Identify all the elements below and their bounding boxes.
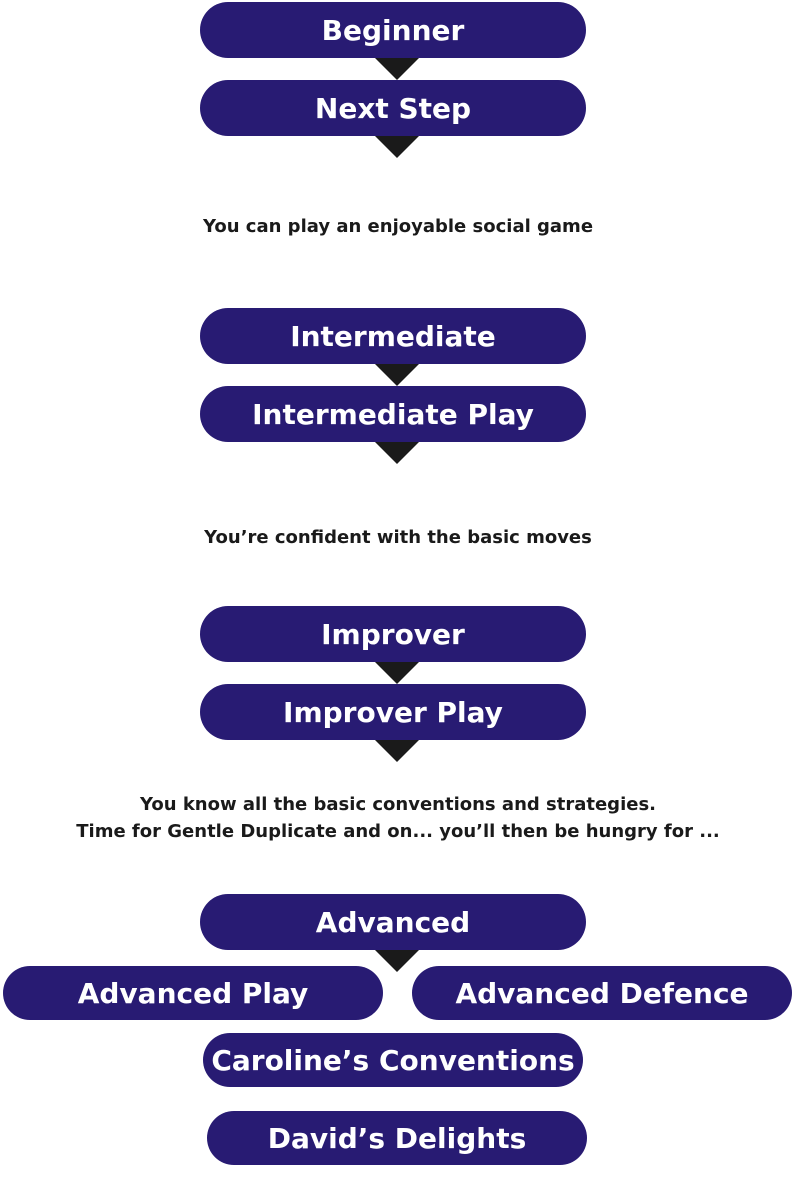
- advanced-level-label: Advanced: [315, 905, 471, 939]
- improver-level-label: Improver: [321, 617, 465, 651]
- intermediate-caption-text: You’re confident with the basic moves: [204, 527, 592, 548]
- intermediate-level-pill[interactable]: Intermediate: [200, 308, 586, 364]
- davids-delights-course-label: David’s Delights: [267, 1121, 527, 1155]
- improver-play-course-label: Improver Play: [283, 695, 503, 729]
- beginner-caption-text: You can play an enjoyable social game: [202, 216, 594, 237]
- carolines-conventions-course-pill[interactable]: Caroline’s Conventions: [203, 1033, 583, 1087]
- advanced-defence-course-pill[interactable]: Advanced Defence: [412, 966, 792, 1020]
- improver-play-course-pill[interactable]: Improver Play: [200, 684, 586, 740]
- intermediate-play-course-label: Intermediate Play: [252, 397, 534, 431]
- improver-level-pill[interactable]: Improver: [200, 606, 586, 662]
- improver-caption-line-2: Time for Gentle Duplicate and on... you’…: [76, 821, 720, 842]
- improver-caption: You know all the basic conventions and s…: [0, 791, 796, 845]
- next-step-course-label: Next Step: [314, 91, 472, 125]
- intermediate-play-course-pill[interactable]: Intermediate Play: [200, 386, 586, 442]
- arrow-down-icon: [375, 662, 419, 684]
- advanced-play-course-label: Advanced Play: [77, 976, 309, 1010]
- beginner-level-pill[interactable]: Beginner: [200, 2, 586, 58]
- advanced-defence-course-label: Advanced Defence: [455, 976, 749, 1010]
- arrow-down-icon: [375, 950, 419, 972]
- advanced-play-course-pill[interactable]: Advanced Play: [3, 966, 383, 1020]
- improver-caption-line-1: You know all the basic conventions and s…: [140, 794, 656, 815]
- arrow-down-icon: [375, 136, 419, 158]
- beginner-caption: You can play an enjoyable social game: [0, 213, 796, 240]
- arrow-down-icon: [375, 740, 419, 762]
- advanced-level-pill[interactable]: Advanced: [200, 894, 586, 950]
- davids-delights-course-pill[interactable]: David’s Delights: [207, 1111, 587, 1165]
- intermediate-level-label: Intermediate: [290, 319, 496, 353]
- carolines-conventions-course-label: Caroline’s Conventions: [211, 1043, 575, 1077]
- beginner-level-label: Beginner: [321, 13, 465, 47]
- arrow-down-icon: [375, 58, 419, 80]
- arrow-down-icon: [375, 442, 419, 464]
- arrow-down-icon: [375, 364, 419, 386]
- next-step-course-pill[interactable]: Next Step: [200, 80, 586, 136]
- intermediate-caption: You’re confident with the basic moves: [0, 524, 796, 551]
